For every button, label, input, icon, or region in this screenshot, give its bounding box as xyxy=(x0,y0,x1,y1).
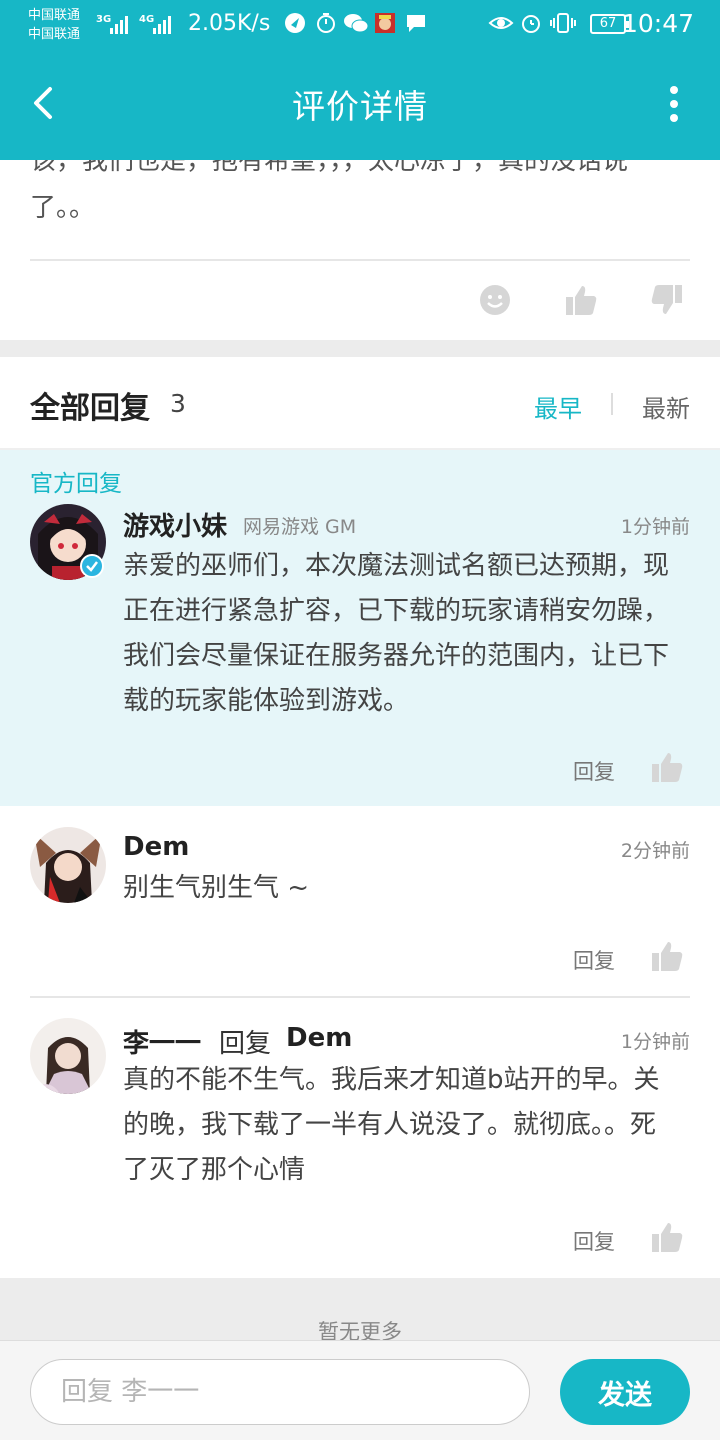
divider xyxy=(30,996,690,998)
thumbs-up-icon[interactable] xyxy=(650,939,684,973)
carrier-2: 中国联通 xyxy=(28,27,81,42)
timestamp: 2分钟前 xyxy=(620,840,690,862)
reply-input-bar: 发送 xyxy=(0,1340,720,1440)
network-type-2: 4G xyxy=(139,14,155,25)
network-speed: 2.05K/s xyxy=(188,11,271,36)
timestamp: 1分钟前 xyxy=(620,1031,690,1053)
author-name[interactable]: 李一一 xyxy=(123,1023,201,1060)
sort-latest-tab[interactable]: 最新 xyxy=(642,389,690,424)
official-reply-label: 官方回复 xyxy=(30,471,122,497)
emoji-reaction-icon[interactable] xyxy=(478,283,512,317)
reply-input[interactable] xyxy=(30,1359,530,1425)
sort-earliest-tab[interactable]: 最早 xyxy=(534,389,582,424)
more-options-icon[interactable] xyxy=(668,84,680,124)
network-type-1: 3G xyxy=(96,14,112,25)
reply-button[interactable]: 回复 xyxy=(573,756,615,786)
author-subtitle: 网易游戏 GM xyxy=(243,516,357,538)
timestamp: 1分钟前 xyxy=(620,516,690,538)
divider xyxy=(30,259,690,261)
reply-to-user[interactable]: Dem xyxy=(286,1023,352,1053)
battery-icon: 67 xyxy=(590,14,629,34)
carrier-labels: 中国联通 中国联通 xyxy=(28,6,80,44)
reply-to-word: 回复 xyxy=(219,1029,272,1059)
thumbs-up-icon[interactable] xyxy=(650,750,684,784)
reply-text: 亲爱的巫师们，本次魔法测试名额已达预期，现正在进行紧急扩容，已下载的玩家请稍安勿… xyxy=(123,551,670,716)
replies-count: 3 xyxy=(170,389,186,418)
thumbs-up-icon[interactable] xyxy=(650,1220,684,1254)
app-notification-icon xyxy=(285,13,305,33)
section-gap xyxy=(0,340,720,357)
comment-text: 别生气别生气 ~ xyxy=(123,873,310,903)
carrier-1: 中国联通 xyxy=(28,8,81,23)
wechat-icon xyxy=(344,14,369,33)
official-reply: 官方回复 游戏小妹 网易游戏 GM 1分钟前 亲爱的巫师们，本次魔法测试名额已达… xyxy=(0,450,720,806)
comment-text: 真的不能不生气。我后来才知道b站开的早。关的晚，我下载了一半有人说没了。就彻底。… xyxy=(123,1065,660,1185)
timer-icon xyxy=(317,13,335,33)
send-button[interactable]: 发送 xyxy=(560,1359,690,1425)
thumbs-down-icon[interactable] xyxy=(650,283,684,317)
game-app-icon xyxy=(375,13,395,33)
avatar[interactable] xyxy=(30,1018,106,1094)
thumbs-up-icon[interactable] xyxy=(564,283,598,317)
page-title: 评价详情 xyxy=(292,87,428,126)
author-name[interactable]: Dem xyxy=(123,832,189,862)
signal-icon-2 xyxy=(153,12,171,34)
vibrate-icon xyxy=(550,13,576,33)
reply-button[interactable]: 回复 xyxy=(573,945,615,975)
verified-badge-icon xyxy=(80,554,104,578)
signal-icon xyxy=(110,12,128,34)
alarm-icon xyxy=(522,15,540,33)
avatar[interactable] xyxy=(30,827,106,903)
app-header: 评价详情 xyxy=(0,50,720,158)
clock: 10:47 xyxy=(621,9,694,38)
replies-title: 全部回复 xyxy=(30,391,150,426)
message-icon xyxy=(407,15,425,32)
eye-icon xyxy=(488,17,514,29)
reply-button[interactable]: 回复 xyxy=(573,1226,615,1256)
sort-separator xyxy=(611,393,613,415)
author-name[interactable]: 游戏小妹 xyxy=(123,506,227,543)
top-bar: 中国联通 中国联通 3G 4G 2.05K/s 67 10:47 评价详情 xyxy=(0,0,720,160)
status-bar: 中国联通 中国联通 3G 4G 2.05K/s 67 10:47 xyxy=(0,0,720,50)
